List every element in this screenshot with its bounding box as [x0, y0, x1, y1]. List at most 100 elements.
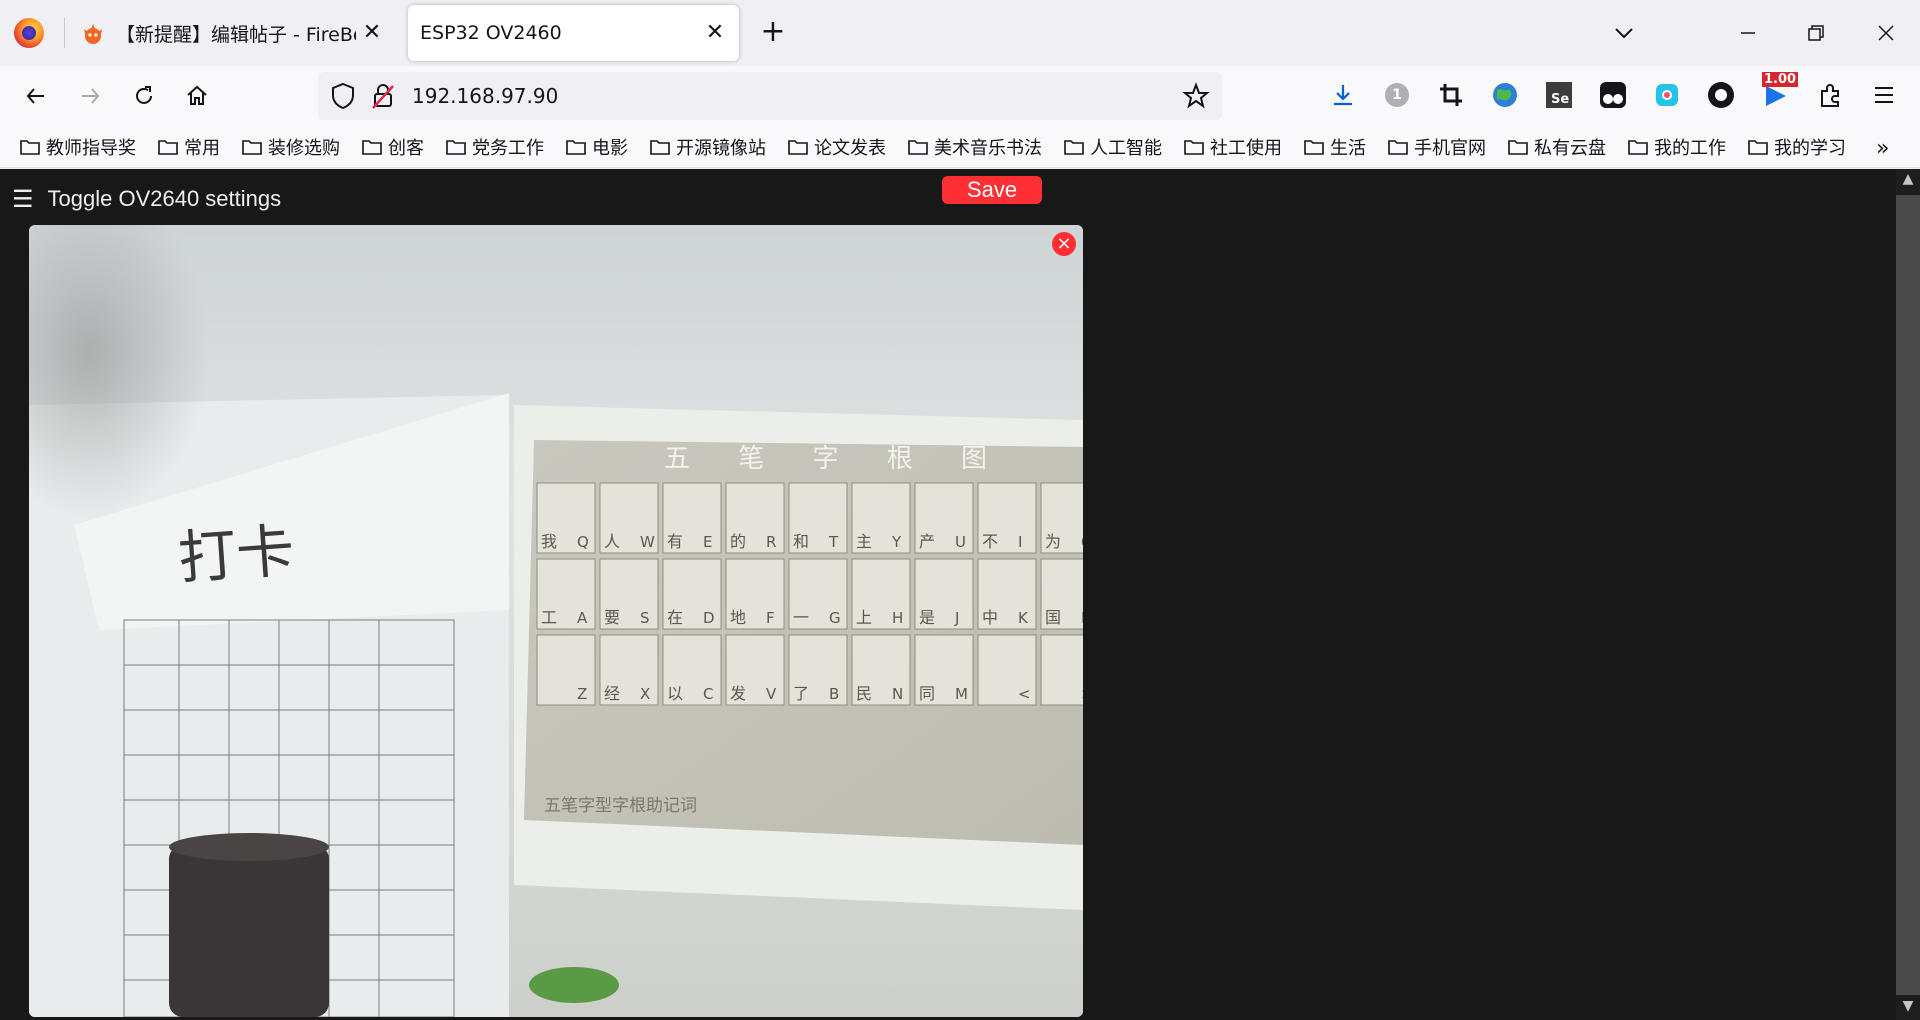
- reload-button[interactable]: [126, 78, 162, 114]
- bookmark-folder[interactable]: 党务工作: [446, 132, 544, 162]
- wubi-key-char: 了: [793, 684, 809, 703]
- list-all-tabs-icon[interactable]: [1606, 18, 1642, 48]
- tab-edit-post[interactable]: 【新提醒】编辑帖子 - FireBeetle ✕: [70, 5, 396, 61]
- bookmark-label: 开源镜像站: [676, 138, 766, 159]
- bookmark-folder[interactable]: 手机官网: [1388, 132, 1486, 162]
- bookmark-folder[interactable]: 电影: [566, 132, 628, 162]
- wubi-key-letter: M: [955, 685, 968, 703]
- extensions-button[interactable]: [1815, 80, 1845, 110]
- wubi-key-char: 上: [856, 608, 872, 627]
- bookmark-label: 论文发表: [814, 138, 886, 159]
- wubi-key-char: 一: [793, 608, 809, 627]
- folder-icon: [242, 140, 262, 155]
- bookmark-folder[interactable]: 我的工作: [1628, 132, 1726, 162]
- folder-icon: [20, 140, 40, 155]
- bookmark-folder[interactable]: 教师指导奖: [20, 132, 136, 162]
- scroll-down-icon[interactable]: ▼: [1896, 998, 1920, 1018]
- wubi-key-letter: T: [828, 533, 839, 551]
- wubi-key-char: 工: [541, 608, 557, 627]
- bookmark-folder[interactable]: 美术音乐书法: [908, 132, 1042, 162]
- firebeetle-favicon-icon: [84, 24, 102, 44]
- wubi-key-letter: N: [892, 685, 903, 703]
- arrow-right-icon: [82, 88, 100, 104]
- home-button[interactable]: [179, 78, 215, 114]
- counter-badge-text: 1: [1392, 87, 1402, 103]
- folder-icon: [1508, 140, 1528, 155]
- wubi-chart-title: 五 笔 字 根 图: [664, 444, 1007, 474]
- app-menu-button[interactable]: [1869, 80, 1899, 110]
- minimize-button[interactable]: [1724, 14, 1772, 52]
- bookmark-folder[interactable]: 开源镜像站: [650, 132, 766, 162]
- wubi-key-char: 要: [604, 608, 620, 627]
- forward-button[interactable]: [72, 78, 108, 114]
- bookmark-folder[interactable]: 社工使用: [1184, 132, 1282, 162]
- new-tab-button[interactable]: +: [758, 17, 788, 48]
- wubi-key-char: 以: [667, 684, 683, 703]
- close-stream-button[interactable]: ×: [1052, 232, 1076, 256]
- wubi-key-letter: <: [1018, 685, 1031, 703]
- bookmark-folder[interactable]: 我的学习: [1748, 132, 1846, 162]
- url-bar[interactable]: 192.168.97.90: [318, 72, 1222, 120]
- wubi-key-letter: U: [955, 533, 966, 551]
- video-speed-extension-button[interactable]: 1.00: [1760, 72, 1799, 110]
- home-icon: [187, 85, 207, 105]
- globe-icon: [1493, 83, 1517, 107]
- wubi-key-letter: L: [1081, 609, 1083, 627]
- bookmark-label: 装修选购: [268, 138, 340, 159]
- wubi-key-letter: F: [766, 609, 775, 627]
- restore-button[interactable]: [1792, 14, 1840, 52]
- bookmark-folder[interactable]: 人工智能: [1064, 132, 1162, 162]
- extension-counter[interactable]: 1: [1382, 80, 1412, 110]
- shield-icon[interactable]: [330, 82, 356, 110]
- tab-close-icon[interactable]: ✕: [703, 21, 727, 45]
- folder-icon: [788, 140, 808, 155]
- page-scrollbar[interactable]: ▲ ▼: [1896, 169, 1920, 1020]
- firefox-logo-icon[interactable]: [14, 18, 44, 48]
- wubi-key-char: 主: [856, 532, 872, 551]
- navigation-toolbar: 192.168.97.90 1 Se 1.00: [0, 66, 1920, 126]
- toggle-settings-button[interactable]: ☰ Toggle OV2640 settings: [12, 183, 281, 215]
- bookmark-label: 教师指导奖: [46, 138, 136, 159]
- folder-icon: [158, 140, 178, 155]
- download-icon: [1334, 85, 1352, 106]
- bookmarks-overflow-button[interactable]: »: [1876, 136, 1889, 161]
- capture-extension-button[interactable]: [1652, 80, 1682, 110]
- folder-icon: [1628, 140, 1648, 155]
- star-bookmark-icon[interactable]: [1182, 82, 1210, 110]
- insecure-lock-icon[interactable]: [370, 82, 396, 110]
- selenium-extension-button[interactable]: Se: [1544, 80, 1574, 110]
- crop-icon: [1440, 84, 1462, 106]
- wubi-key-char: 有: [667, 532, 683, 551]
- bookmark-folder[interactable]: 生活: [1304, 132, 1366, 162]
- wubi-key-letter: B: [829, 685, 839, 703]
- record-extension-button[interactable]: [1706, 80, 1736, 110]
- crop-extension-button[interactable]: [1436, 80, 1466, 110]
- wubi-key-char: 不: [982, 532, 998, 551]
- tab-esp32-ov2460[interactable]: ESP32 OV2460 ✕: [408, 5, 739, 61]
- url-text[interactable]: 192.168.97.90: [412, 72, 558, 120]
- tampermonkey-extension-button[interactable]: [1598, 80, 1628, 110]
- tampermonkey-icon: [1600, 82, 1626, 108]
- wubi-key-letter: C: [703, 685, 713, 703]
- tab-strip: 【新提醒】编辑帖子 - FireBeetle ✕ ESP32 OV2460 ✕ …: [0, 0, 1920, 66]
- tab-title: ESP32 OV2460: [420, 22, 562, 44]
- wubi-key-char: 为: [1045, 532, 1061, 551]
- downloads-button[interactable]: [1328, 80, 1358, 110]
- back-button[interactable]: [18, 78, 54, 114]
- hamburger-menu-icon: [1875, 87, 1893, 103]
- wubi-key-letter: K: [1018, 609, 1029, 627]
- folder-icon: [362, 140, 382, 155]
- bookmark-folder[interactable]: 私有云盘: [1508, 132, 1606, 162]
- bookmark-folder[interactable]: 常用: [158, 132, 220, 162]
- bookmark-folder[interactable]: 论文发表: [788, 132, 886, 162]
- bookmark-folder[interactable]: 装修选购: [242, 132, 340, 162]
- close-window-button[interactable]: [1862, 14, 1910, 52]
- wubi-key-char: 发: [730, 684, 746, 703]
- bookmark-label: 生活: [1330, 138, 1366, 159]
- scroll-up-icon[interactable]: ▲: [1896, 171, 1920, 191]
- tab-close-icon[interactable]: ✕: [360, 21, 384, 45]
- globe-extension-button[interactable]: [1490, 80, 1520, 110]
- save-button[interactable]: Save: [942, 176, 1042, 204]
- bookmark-folder[interactable]: 创客: [362, 132, 424, 162]
- scroll-thumb[interactable]: [1896, 195, 1920, 995]
